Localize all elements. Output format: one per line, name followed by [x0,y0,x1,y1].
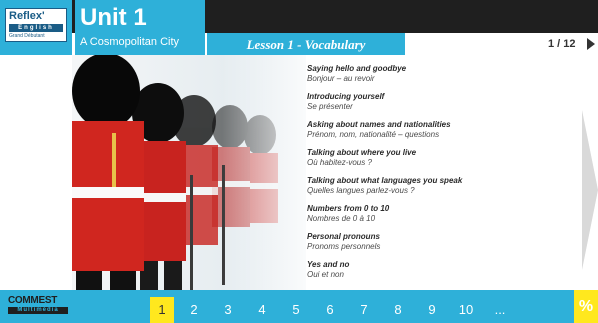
topic-english: Yes and no [307,260,350,269]
next-slide-chevron-icon[interactable] [582,110,598,270]
reflex-logo: Reflex' English Grand Débutant [0,0,72,55]
next-page-arrow-icon[interactable] [587,38,595,50]
brand-name: COMMEST [8,295,58,306]
topic-french: Pronoms personnels [307,242,381,251]
topic-item[interactable]: Personal pronouns Pronoms personnels [307,232,557,252]
brand-bar: Multimédia [8,307,68,314]
commest-logo: COMMEST Multimédia [6,295,74,319]
page-button-1[interactable]: 1 [150,297,174,323]
topic-item[interactable]: Numbers from 0 to 10 Nombres de 0 à 10 [307,204,557,224]
unit-subtitle: A Cosmopolitan City [80,36,180,48]
topic-french: Bonjour – au revoir [307,74,375,83]
page-button-4[interactable]: 4 [252,300,272,320]
page-button-8[interactable]: 8 [388,300,408,320]
topic-english: Numbers from 0 to 10 [307,204,390,213]
topic-french: Nombres de 0 à 10 [307,214,376,223]
topic-french: Oui et non [307,270,344,279]
page-button-9[interactable]: 9 [422,300,442,320]
header: Reflex' English Grand Débutant Unit 1 A … [0,0,598,55]
photo-fade [222,55,306,290]
topic-english: Introducing yourself [307,92,385,101]
score-percent-button[interactable]: % [574,290,598,323]
topic-english: Saying hello and goodbye [307,64,407,73]
page-counter: 1 / 12 [548,38,576,50]
page-button-2[interactable]: 2 [184,300,204,320]
more-pages-button[interactable]: ... [488,300,512,320]
page-button-3[interactable]: 3 [218,300,238,320]
logo-title: Reflex' [9,10,45,22]
page-button-7[interactable]: 7 [354,300,374,320]
unit-title: Unit 1 [80,4,147,31]
royal-guards-photo [72,55,306,290]
logo-frame: Reflex' English Grand Débutant [5,8,67,42]
lesson-tab: Lesson 1 - Vocabulary [207,33,405,55]
topic-english: Asking about names and nationalities [307,120,451,129]
topic-item[interactable]: Talking about what languages you speak Q… [307,176,557,196]
topic-item[interactable]: Saying hello and goodbye Bonjour – au re… [307,64,557,84]
topic-english: Talking about where you live [307,148,417,157]
lesson-label: Lesson 1 - Vocabulary [246,37,366,52]
page-button-5[interactable]: 5 [286,300,306,320]
topic-item[interactable]: Introducing yourself Se présenter [307,92,557,112]
topic-english: Personal pronouns [307,232,380,241]
page-button-10[interactable]: 10 [452,300,480,320]
topic-french: Où habitez-vous ? [307,158,372,167]
topic-french: Prénom, nom, nationalité – questions [307,130,440,139]
topic-english: Talking about what languages you speak [307,176,463,185]
logo-bar: English [9,24,63,32]
logo-sub: Grand Débutant [9,33,45,39]
topic-item[interactable]: Asking about names and nationalities Pré… [307,120,557,140]
topic-french: Se présenter [307,102,353,111]
topic-item[interactable]: Talking about where you live Où habitez-… [307,148,557,168]
topic-french: Quelles langues parlez-vous ? [307,186,415,195]
topic-item[interactable]: Yes and no Oui et non [307,260,557,280]
page-button-6[interactable]: 6 [320,300,340,320]
